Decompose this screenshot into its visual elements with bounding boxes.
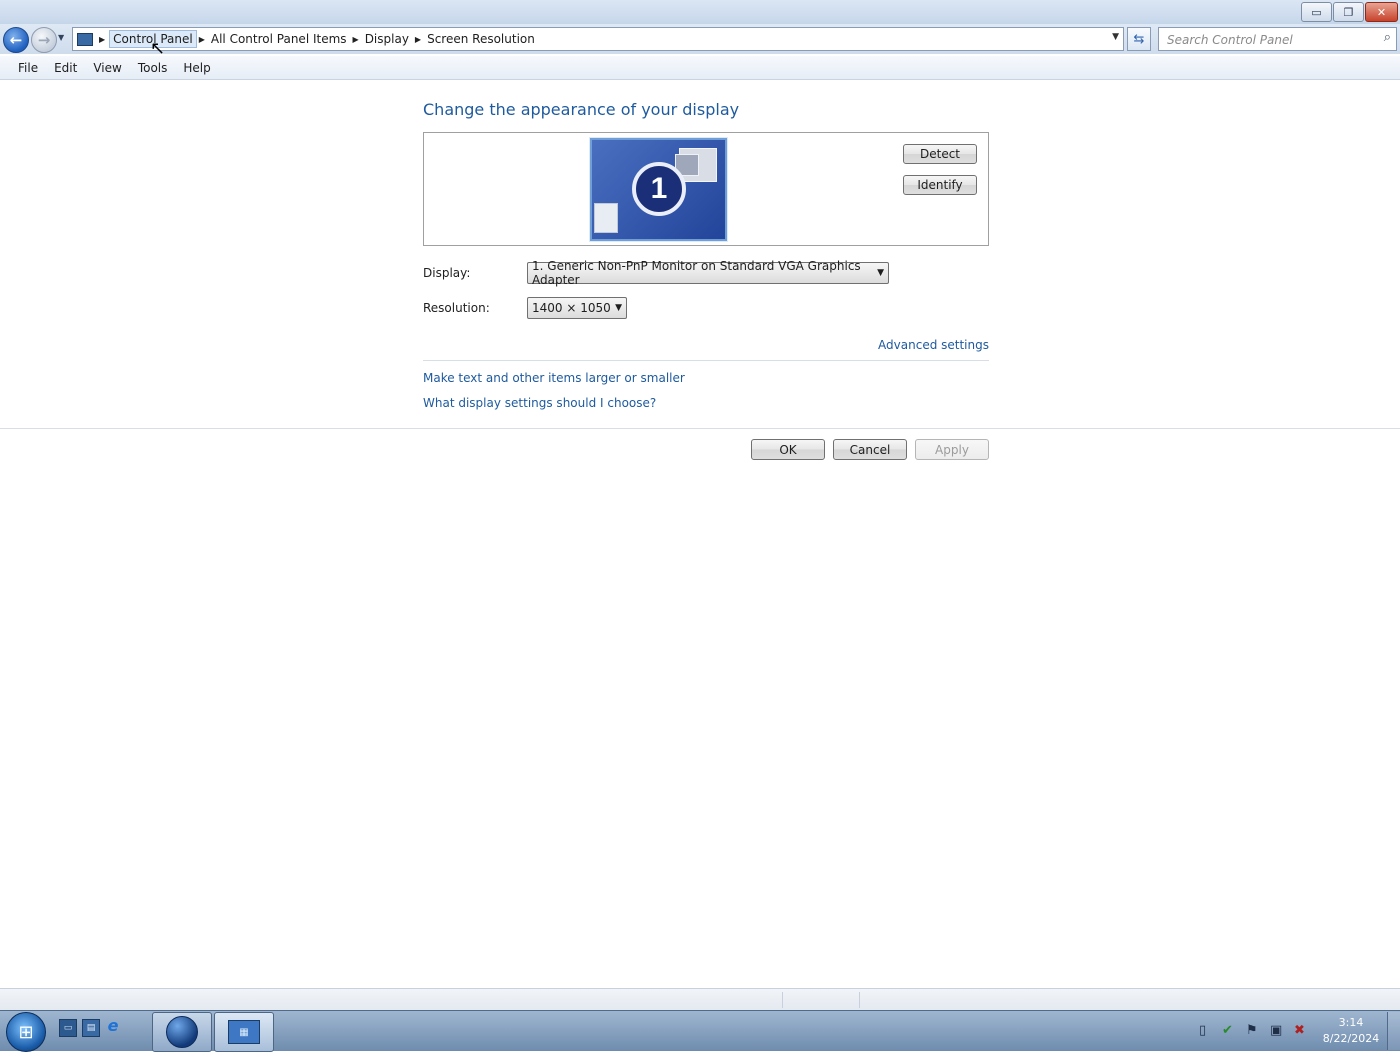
control-panel-icon	[77, 32, 93, 46]
arrow-right-icon: →	[37, 31, 51, 49]
breadcrumb-screen-resolution[interactable]: Screen Resolution	[423, 32, 539, 46]
status-bar	[0, 988, 1400, 1011]
taskbar: ⊞ ▭ ▤ e ▦ ▯ ✔ ⚑ ▣ ✖ 3:14 8/22/2024	[0, 1010, 1400, 1052]
breadcrumb-arrow-icon[interactable]: ▶	[413, 35, 423, 44]
display-settings-help-link[interactable]: What display settings should I choose?	[423, 396, 656, 410]
search-input[interactable]	[1165, 30, 1374, 50]
breadcrumb-all-items[interactable]: All Control Panel Items	[207, 32, 351, 46]
control-panel-icon: ▦	[228, 1020, 260, 1044]
refresh-icon: ⇆	[1133, 31, 1145, 47]
ok-button[interactable]: OK	[751, 439, 825, 460]
back-button[interactable]: ←	[3, 27, 29, 53]
minimize-button[interactable]: ▭	[1301, 2, 1332, 22]
mouse-cursor-icon: ↖	[150, 38, 166, 59]
menu-file[interactable]: File	[10, 61, 46, 75]
address-dropdown-icon[interactable]: ▼	[1112, 32, 1119, 42]
menu-tools[interactable]: Tools	[130, 61, 176, 75]
breadcrumb-display[interactable]: Display	[361, 32, 413, 46]
chevron-down-icon: ▼	[877, 268, 884, 278]
document-thumbnail-icon	[594, 203, 618, 233]
windows-logo-icon: ⊞	[18, 1021, 34, 1043]
menu-bar: File Edit View Tools Help	[0, 56, 1400, 80]
breadcrumb-arrow-icon[interactable]: ▶	[197, 35, 207, 44]
apply-button[interactable]: Apply	[915, 439, 989, 460]
divider	[423, 360, 989, 361]
resolution-select-value: 1400 × 1050	[532, 301, 611, 315]
clock[interactable]: 3:14 8/22/2024	[1318, 1015, 1384, 1047]
navigation-bar: ← → ▼ ▶ Control Panel ▶ All Control Pane…	[0, 24, 1400, 54]
status-divider	[859, 992, 860, 1008]
status-divider	[782, 992, 783, 1008]
refresh-button[interactable]: ⇆	[1127, 27, 1151, 51]
clock-date: 8/22/2024	[1322, 1032, 1380, 1045]
divider	[0, 428, 1400, 429]
display-select[interactable]: 1. Generic Non-PnP Monitor on Standard V…	[527, 259, 889, 287]
address-bar[interactable]: ▶ Control Panel ▶ All Control Panel Item…	[72, 27, 1124, 51]
clock-time: 3:14	[1338, 1016, 1364, 1029]
cancel-button[interactable]: Cancel	[833, 439, 907, 460]
show-desktop-button[interactable]	[1387, 1012, 1400, 1050]
internet-explorer-icon[interactable]: e	[105, 1016, 121, 1035]
menu-view[interactable]: View	[85, 61, 129, 75]
search-icon[interactable]: ⌕	[1384, 30, 1391, 45]
close-button[interactable]: ✕	[1365, 2, 1398, 22]
chevron-down-icon: ▼	[58, 33, 65, 42]
start-button[interactable]: ⊞	[6, 1012, 46, 1052]
monitor-number-badge: 1	[632, 162, 686, 216]
restore-button[interactable]: ❐	[1333, 2, 1364, 22]
arrow-left-icon: ←	[9, 31, 23, 49]
show-desktop-icon[interactable]: ▭	[59, 1019, 77, 1037]
menu-edit[interactable]: Edit	[46, 61, 85, 75]
display-select-value: 1. Generic Non-PnP Monitor on Standard V…	[532, 259, 861, 287]
menu-help[interactable]: Help	[175, 61, 218, 75]
title-bar: ▭ ❐ ✕	[0, 0, 1400, 24]
flag-icon[interactable]: ⚑	[1246, 1023, 1258, 1038]
document-tray-icon[interactable]: ▯	[1199, 1023, 1206, 1038]
page-title: Change the appearance of your display	[423, 100, 740, 119]
taskbar-internet-explorer[interactable]	[152, 1012, 212, 1052]
globe-icon	[166, 1016, 198, 1048]
network-icon[interactable]: ▣	[1270, 1023, 1282, 1038]
monitor-1-thumbnail[interactable]: 1	[590, 138, 727, 241]
chevron-down-icon: ▼	[615, 303, 622, 313]
breadcrumb-arrow-icon[interactable]: ▶	[351, 35, 361, 44]
recent-pages-button[interactable]: ▼	[58, 33, 64, 42]
resolution-label: Resolution:	[423, 301, 490, 315]
search-box[interactable]: ⌕	[1158, 27, 1397, 51]
identify-button[interactable]: Identify	[903, 175, 977, 195]
display-arrangement-panel: 1 Detect Identify	[423, 132, 989, 246]
detect-button[interactable]: Detect	[903, 144, 977, 164]
resolution-select[interactable]: 1400 × 1050 ▼	[527, 297, 627, 319]
security-tray-icon[interactable]: ✔	[1222, 1023, 1233, 1038]
volume-muted-icon[interactable]: ✖	[1294, 1023, 1305, 1038]
explorer-icon[interactable]: ▤	[82, 1019, 100, 1037]
forward-button[interactable]: →	[31, 27, 57, 53]
breadcrumb-arrow-icon[interactable]: ▶	[97, 35, 107, 44]
display-label: Display:	[423, 266, 471, 280]
taskbar-control-panel[interactable]: ▦	[214, 1012, 274, 1052]
advanced-settings-link[interactable]: Advanced settings	[878, 338, 989, 352]
text-size-link[interactable]: Make text and other items larger or smal…	[423, 371, 685, 385]
